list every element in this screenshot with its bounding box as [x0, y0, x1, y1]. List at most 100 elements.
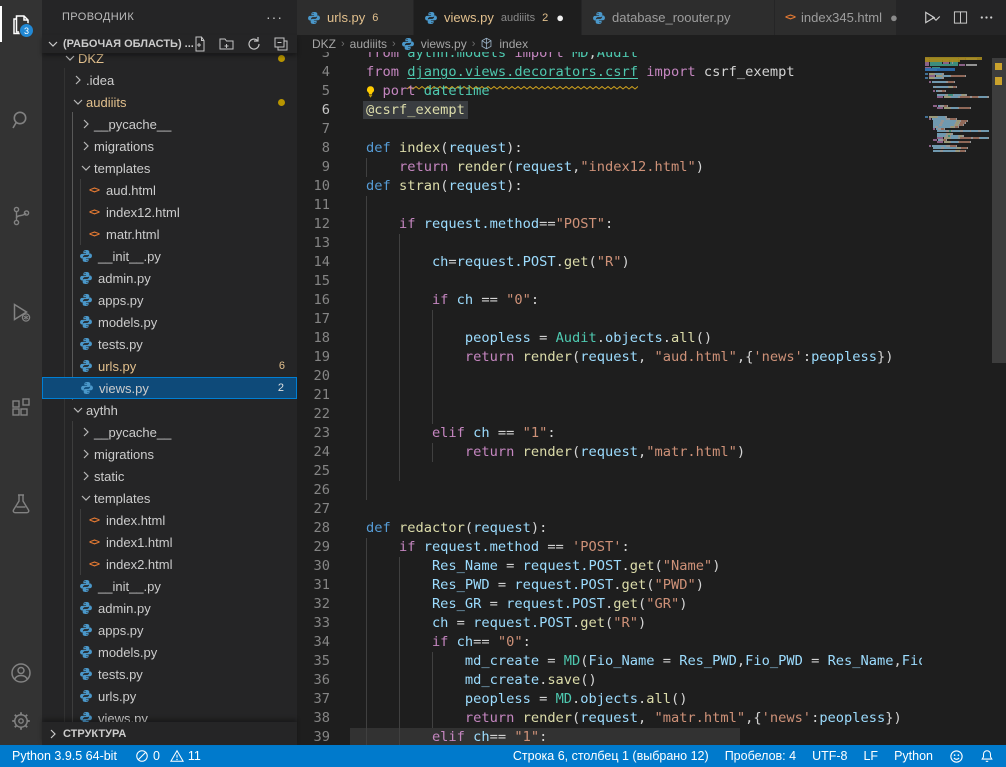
tree-item-__init__.py[interactable]: __init__.py	[42, 245, 297, 267]
tree-item-aud.html[interactable]: <>aud.html	[42, 179, 297, 201]
python-file-icon	[424, 11, 438, 25]
breadcrumb-item[interactable]: DKZ	[312, 37, 336, 51]
explorer-sidebar: ПРОВОДНИК ··· (РАБОЧАЯ ОБЛАСТЬ) ... DKZ.…	[42, 0, 297, 745]
problems-status[interactable]: 011	[135, 749, 201, 763]
breadcrumb-item[interactable]: audiiits	[350, 37, 387, 51]
refresh-icon[interactable]	[246, 36, 262, 52]
modified-dot	[278, 99, 285, 106]
explorer-more-icon[interactable]: ···	[266, 9, 283, 25]
activity-explorer-icon[interactable]: 3	[0, 0, 42, 48]
html-file-icon: <>	[86, 515, 102, 526]
tree-item-__pycache__[interactable]: __pycache__	[42, 421, 297, 443]
html-file-icon: <>	[86, 185, 102, 196]
tree-item-audiiits[interactable]: audiiits	[42, 91, 297, 113]
activity-settings-icon[interactable]	[0, 697, 42, 745]
breadcrumb-item[interactable]: views.py	[421, 37, 467, 51]
tree-item-urls.py[interactable]: urls.py6	[42, 355, 297, 377]
tab-index345.html[interactable]: <>index345.html●	[775, 0, 897, 35]
activity-account-icon[interactable]	[0, 649, 42, 697]
new-folder-icon[interactable]	[219, 36, 235, 52]
tree-item-migrations[interactable]: migrations	[42, 443, 297, 465]
indentation-status[interactable]: Пробелов: 4	[725, 749, 796, 763]
collapse-all-icon[interactable]	[273, 36, 289, 52]
tree-item-matr.html[interactable]: <>matr.html	[42, 223, 297, 245]
language-status[interactable]: Python	[894, 749, 933, 763]
workspace-section-header[interactable]: (РАБОЧАЯ ОБЛАСТЬ) ...	[42, 35, 297, 53]
tab-database_roouter.py[interactable]: database_roouter.py	[582, 0, 775, 35]
editor-group: urls.py6views.pyaudiiits2●database_roout…	[297, 0, 1006, 745]
activity-search-icon[interactable]	[0, 96, 42, 144]
symbol-namespace-icon	[480, 37, 493, 50]
tree-item-admin.py[interactable]: admin.py	[42, 267, 297, 289]
activity-run-debug-icon[interactable]	[0, 288, 42, 336]
chevron-down-icon	[70, 402, 86, 418]
dirty-dot: ●	[556, 10, 564, 25]
warning-icon	[170, 749, 184, 763]
activity-source-control-icon[interactable]	[0, 192, 42, 240]
new-file-icon[interactable]	[192, 36, 208, 52]
tree-item-tests.py[interactable]: tests.py	[42, 333, 297, 355]
notifications-icon[interactable]	[980, 749, 994, 763]
chevron-right-icon	[45, 726, 61, 742]
python-file-icon	[78, 667, 94, 681]
tree-item-apps.py[interactable]: apps.py	[42, 619, 297, 641]
tree-item-__pycache__[interactable]: __pycache__	[42, 113, 297, 135]
scrollbar[interactable]	[992, 52, 1006, 745]
chevron-right-icon	[70, 72, 86, 88]
breadcrumb-separator: ›	[341, 38, 345, 50]
tree-item-aythh[interactable]: aythh	[42, 399, 297, 421]
tree-item-models.py[interactable]: models.py	[42, 311, 297, 333]
chevron-down-icon	[62, 53, 78, 66]
tree-item-views.py[interactable]: views.py2	[42, 377, 297, 399]
tree-item-DKZ[interactable]: DKZ	[42, 53, 297, 69]
python-version-status[interactable]: Python 3.9.5 64-bit	[12, 749, 117, 763]
code-editor[interactable]: 3from aythh.models import MD,Audit4from …	[297, 52, 1006, 745]
tree-item-index12.html[interactable]: <>index12.html	[42, 201, 297, 223]
python-file-icon	[78, 689, 94, 703]
cursor-position-status[interactable]: Строка 6, столбец 1 (выбрано 12)	[513, 749, 709, 763]
feedback-icon[interactable]	[949, 749, 964, 764]
error-icon	[135, 749, 149, 763]
tree-item-templates[interactable]: templates	[42, 487, 297, 509]
tree-item-admin.py[interactable]: admin.py	[42, 597, 297, 619]
breadcrumb[interactable]: DKZ›audiiits›views.py›index	[297, 35, 1006, 52]
chevron-right-icon	[78, 424, 94, 440]
python-file-icon	[78, 271, 94, 285]
eol-status[interactable]: LF	[863, 749, 878, 763]
tree-item-tests.py[interactable]: tests.py	[42, 663, 297, 685]
python-file-icon	[592, 11, 606, 25]
tree-item-static[interactable]: static	[42, 465, 297, 487]
split-editor-icon[interactable]	[953, 10, 968, 25]
tree-item-migrations[interactable]: migrations	[42, 135, 297, 157]
tree-item-.idea[interactable]: .idea	[42, 69, 297, 91]
tree-item-index2.html[interactable]: <>index2.html	[42, 553, 297, 575]
tree-item-urls.py[interactable]: urls.py	[42, 685, 297, 707]
explorer-badge: 3	[19, 23, 34, 38]
tree-item-models.py[interactable]: models.py	[42, 641, 297, 663]
tree-item-templates[interactable]: templates	[42, 157, 297, 179]
tree-item-__init__.py[interactable]: __init__.py	[42, 575, 297, 597]
tree-item-index1.html[interactable]: <>index1.html	[42, 531, 297, 553]
modified-dot	[278, 55, 285, 62]
activity-extensions-icon[interactable]	[0, 384, 42, 432]
tab-urls.py[interactable]: urls.py6	[297, 0, 414, 35]
python-file-icon	[78, 337, 94, 351]
editor-more-icon[interactable]	[979, 10, 994, 25]
tree-item-views.py[interactable]: views.py	[42, 707, 297, 722]
chevron-down-icon	[45, 36, 61, 52]
run-dropdown-icon[interactable]	[930, 12, 942, 24]
tree-item-index.html[interactable]: <>index.html	[42, 509, 297, 531]
activity-testing-icon[interactable]	[0, 480, 42, 528]
outline-section-header[interactable]: СТРУКТУРА	[42, 722, 297, 745]
lightbulb-icon[interactable]	[364, 82, 382, 101]
status-bar: Python 3.9.5 64-bit 011 Строка 6, столбец…	[0, 745, 1006, 767]
breadcrumb-item[interactable]: index	[499, 37, 528, 51]
tab-views.py[interactable]: views.pyaudiiits2●	[414, 0, 582, 35]
html-file-icon: <>	[86, 207, 102, 218]
chevron-down-icon	[78, 490, 94, 506]
minimap[interactable]	[922, 52, 992, 745]
breadcrumb-separator: ›	[392, 38, 396, 50]
tree-item-apps.py[interactable]: apps.py	[42, 289, 297, 311]
encoding-status[interactable]: UTF-8	[812, 749, 847, 763]
python-file-icon	[78, 623, 94, 637]
